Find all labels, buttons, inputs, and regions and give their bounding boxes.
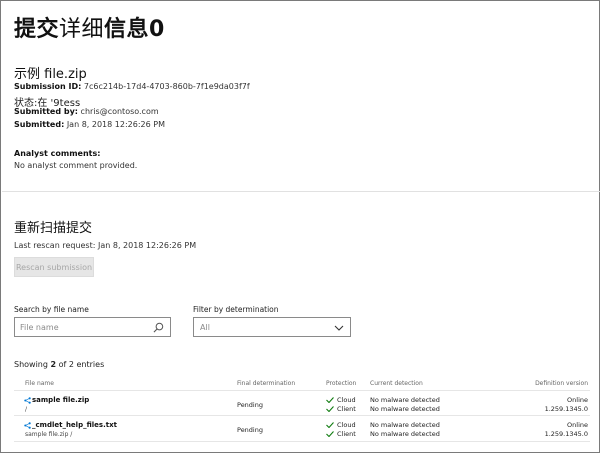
last-rescan-request: Last rescan request: Jan 8, 2018 12:26:2… [14,241,197,250]
checkmark-icon [326,397,334,403]
checkmark-icon [326,422,334,428]
protection-client: Client [326,430,356,438]
protection-cloud: Cloud [326,421,356,429]
submission-details-panel: 提交详细信息0 示例 file.zip Submission ID: 7c6c2… [0,0,600,453]
file-path: sample file.zip / [25,431,73,438]
file-path: / [25,406,28,413]
col-header-file-name[interactable]: File name [25,380,54,387]
current-detection-client: No malware detected [370,430,440,438]
final-determination: Pending [237,401,263,409]
search-field[interactable] [14,317,171,337]
checkmark-icon [326,406,334,412]
submitted-row: Submitted: Jan 8, 2018 12:26:26 PM [14,120,165,129]
rescan-section-title: 重新扫描提交 [14,221,93,236]
share-icon[interactable] [24,422,31,429]
analyst-comments-label: Analyst comments: [14,149,101,158]
page-title: 提交详细信息0 [14,11,165,43]
current-detection-cloud: No malware detected [370,421,440,429]
submitted-by-value: chris@contoso.com [80,107,159,116]
final-determination: Pending [237,426,263,434]
filter-label: Filter by determination [193,305,279,314]
col-header-protection[interactable]: Protection [326,380,356,387]
share-icon[interactable] [24,397,31,404]
table-header-divider [14,390,590,391]
definition-version-client: 1.259.1345.0 [544,430,588,438]
submission-id-row: Submission ID: 7c6c214b-17d4-4703-860b-7… [14,82,250,91]
current-detection-cloud: No malware detected [370,396,440,404]
page-title-part-3: 信息0 [104,17,165,42]
col-header-definition-version[interactable]: Definition version [501,380,588,387]
row-divider [14,441,590,442]
row-divider [14,415,590,416]
page-title-part-2: 详细 [59,17,105,42]
analyst-comments-text: No analyst comment provided. [14,161,138,170]
definition-version-cloud: Online [567,421,588,429]
submitted-by-row: Submitted by: chris@contoso.com [14,107,159,116]
definition-version-client: 1.259.1345.0 [544,405,588,413]
submission-id-label: Submission ID: [14,82,82,91]
submission-file-title: 示例 file.zip [14,67,87,82]
search-label: Search by file name [14,305,89,314]
protection-cloud: Cloud [326,396,356,404]
file-name[interactable]: sample file.zip [32,396,89,404]
submitted-value: Jan 8, 2018 12:26:26 PM [66,120,165,129]
section-divider [2,191,600,192]
col-header-current-detection[interactable]: Current detection [370,380,423,387]
search-input[interactable] [20,321,150,334]
file-name[interactable]: _cmdlet_help_files.txt [32,421,117,429]
col-header-final-determination[interactable]: Final determination [237,380,295,387]
current-detection-client: No malware detected [370,405,440,413]
determination-filter-select[interactable]: All [193,317,351,337]
submitted-by-label: Submitted by: [14,107,78,116]
submitted-label: Submitted: [14,120,65,129]
chevron-down-icon [334,325,344,331]
filter-selected-value: All [200,323,210,332]
page-title-part-1: 提交 [14,17,60,42]
submission-id-value: 7c6c214b-17d4-4703-860b-7f1e9da03f7f [83,82,250,91]
search-icon[interactable] [153,322,164,333]
definition-version-cloud: Online [567,396,588,404]
checkmark-icon [326,431,334,437]
rescan-submission-button[interactable]: Rescan submission [14,257,94,277]
entries-count: Showing 2 of 2 entries [14,360,105,369]
protection-client: Client [326,405,356,413]
